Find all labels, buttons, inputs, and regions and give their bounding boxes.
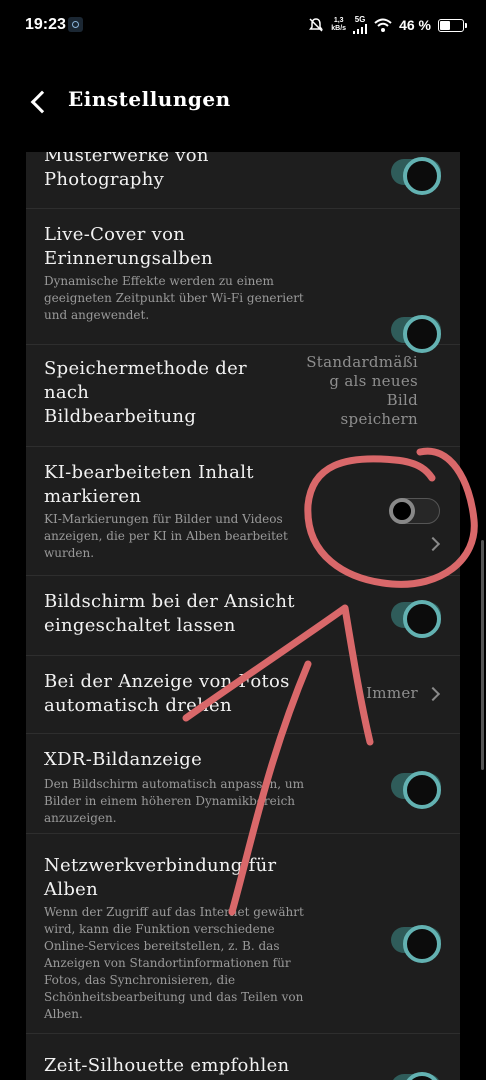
setting-row-photography-masterpieces[interactable]: Musterwerke von Photography	[26, 152, 460, 209]
toggle-switch[interactable]	[391, 925, 441, 963]
status-bar: 19:23 1,3 kB/s 5G 46 %	[0, 0, 486, 52]
chevron-right-icon	[425, 686, 441, 702]
toggle-switch[interactable]	[389, 497, 440, 524]
setting-title: XDR-Bildanzeige	[44, 749, 203, 770]
toggle-switch[interactable]	[391, 315, 441, 353]
setting-description: Den Bildschirm automatisch anpassen, um …	[44, 777, 304, 825]
setting-row-save-method[interactable]: Speichermethode der nach Bildbearbeitung…	[26, 345, 460, 552]
scrollbar[interactable]	[481, 540, 484, 770]
setting-row-live-cover[interactable]: Live-Cover von Erinnerungsalben Dynamisc…	[26, 209, 460, 353]
status-icons: 1,3 kB/s 5G 46 %	[308, 14, 467, 36]
battery-icon	[438, 18, 467, 32]
cell-signal-icon: 5G	[353, 16, 368, 34]
setting-row-xdr-display[interactable]: XDR-Bildanzeige Den Bildschirm automatis…	[26, 734, 460, 834]
battery-percentage: 46 %	[399, 17, 431, 33]
mute-bell-icon	[309, 18, 324, 32]
setting-title: Live-Cover von Erinnerungsalben	[44, 224, 213, 269]
page-title: Einstellungen	[68, 87, 231, 111]
setting-value: Immer	[366, 684, 418, 702]
setting-description: Dynamische Effekte werden zu einem geeig…	[44, 274, 304, 322]
toggle-switch[interactable]	[391, 771, 441, 809]
settings-list: Musterwerke von Photography Live-Cover v…	[26, 152, 460, 1080]
toggle-switch[interactable]	[391, 1072, 441, 1080]
network-speed: 1,3 kB/s	[331, 17, 347, 32]
toggle-switch[interactable]	[391, 157, 441, 195]
setting-row-time-silhouette[interactable]: Zeit-Silhouette empfohlen	[26, 1034, 460, 1080]
setting-row-ai-content-marking[interactable]: KI-bearbeiteten Inhalt markieren KI-Mark…	[26, 447, 460, 576]
wifi-icon	[374, 18, 392, 32]
back-arrow-icon[interactable]	[24, 84, 54, 120]
setting-title: Bei der Anzeige von Fotos automatisch dr…	[44, 671, 290, 716]
status-time: 19:23	[25, 16, 66, 33]
app-bar: Einstellungen	[0, 52, 486, 152]
notification-app-icon	[68, 17, 83, 32]
setting-description: Wenn der Zugriff auf das Internet gewähr…	[44, 905, 304, 1021]
setting-row-network-connection[interactable]: Netzwerkverbindung für Alben Wenn der Zu…	[26, 834, 460, 1034]
setting-value: Standardmäßi g als neues Bild speichern	[306, 353, 418, 428]
setting-title: Musterwerke von Photography	[44, 152, 209, 190]
setting-row-keep-screen-on[interactable]: Bildschirm bei der Ansicht eingeschaltet…	[26, 576, 460, 656]
setting-title: Zeit-Silhouette empfohlen	[44, 1055, 290, 1076]
setting-title: Netzwerkverbindung für Alben	[44, 855, 277, 900]
setting-description: KI-Markierungen für Bilder und Videos an…	[44, 512, 288, 560]
setting-title: Bildschirm bei der Ansicht eingeschaltet…	[44, 591, 295, 636]
toggle-switch[interactable]	[391, 600, 441, 638]
setting-title: Speichermethode der nach Bildbearbeitung	[44, 358, 247, 427]
setting-title: KI-bearbeiteten Inhalt markieren	[44, 462, 254, 507]
setting-row-auto-rotate[interactable]: Bei der Anzeige von Fotos automatisch dr…	[26, 656, 460, 734]
